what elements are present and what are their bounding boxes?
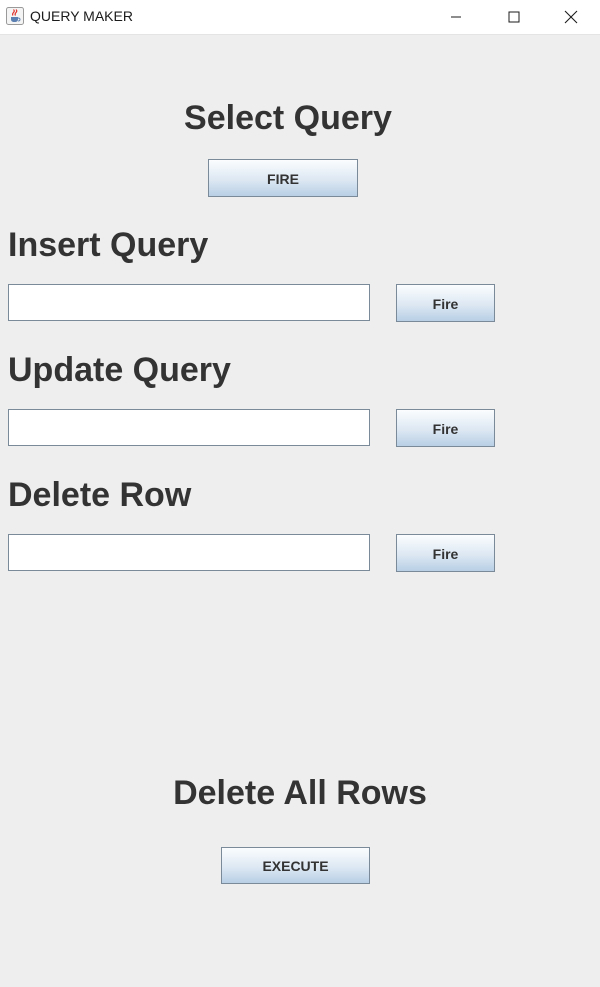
maximize-button[interactable] — [485, 0, 543, 34]
delete-all-rows-heading: Delete All Rows — [173, 774, 427, 812]
maximize-icon — [508, 11, 520, 23]
delete-fire-button[interactable]: Fire — [396, 534, 495, 572]
insert-query-input[interactable] — [8, 284, 370, 321]
delete-row-heading: Delete Row — [8, 476, 192, 514]
insert-query-heading: Insert Query — [8, 226, 209, 264]
select-fire-button[interactable]: FIRE — [208, 159, 358, 197]
window-titlebar: QUERY MAKER — [0, 0, 600, 35]
select-query-heading: Select Query — [184, 99, 392, 137]
update-fire-button[interactable]: Fire — [396, 409, 495, 447]
update-query-input[interactable] — [8, 409, 370, 446]
update-query-heading: Update Query — [8, 351, 231, 389]
delete-row-input[interactable] — [8, 534, 370, 571]
close-icon — [564, 10, 578, 24]
insert-fire-button[interactable]: Fire — [396, 284, 495, 322]
window-title: QUERY MAKER — [30, 8, 133, 24]
minimize-icon — [451, 16, 461, 18]
minimize-button[interactable] — [427, 0, 485, 34]
close-button[interactable] — [542, 0, 600, 34]
java-coffee-cup-icon — [6, 7, 24, 25]
execute-button[interactable]: EXECUTE — [221, 847, 370, 884]
